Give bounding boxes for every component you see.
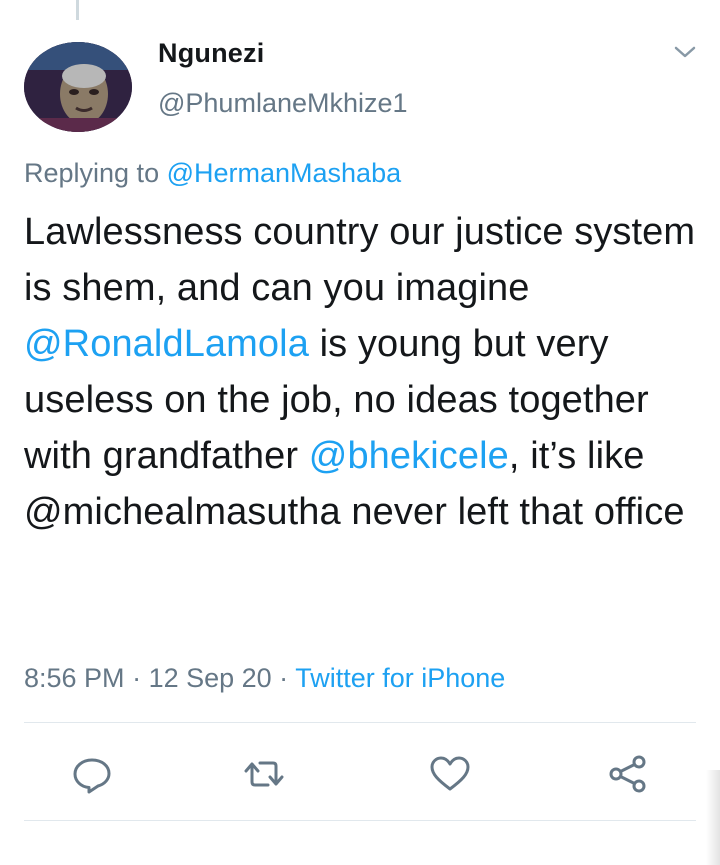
replying-to-line: Replying to @HermanMashaba — [24, 158, 401, 189]
meta-separator: · — [271, 663, 296, 693]
divider — [24, 722, 696, 723]
divider — [24, 820, 696, 821]
replying-to-label: Replying to — [24, 158, 167, 188]
tweet-text-part: Lawlessness country our justice system i… — [24, 211, 696, 309]
tweet-time[interactable]: 8:56 PM — [24, 663, 125, 693]
author-handle[interactable]: @PhumlaneMkhize1 — [158, 88, 408, 119]
scroll-edge-shadow — [706, 770, 720, 865]
heart-icon[interactable] — [428, 752, 472, 796]
retweet-icon[interactable] — [242, 752, 286, 796]
mention-link[interactable]: @RonaldLamola — [24, 323, 309, 365]
thread-connector-line — [76, 0, 79, 20]
share-icon[interactable] — [606, 752, 650, 796]
avatar-image — [24, 42, 132, 132]
mention-link[interactable]: @bhekicele — [309, 435, 509, 477]
chevron-down-icon[interactable] — [672, 42, 698, 62]
reply-icon[interactable] — [70, 752, 114, 796]
tweet-text: Lawlessness country our justice system i… — [24, 204, 704, 540]
tweet-action-bar — [0, 748, 720, 798]
avatar[interactable] — [24, 42, 132, 132]
tweet-metadata: 8:56 PM · 12 Sep 20 · Twitter for iPhone — [24, 663, 505, 694]
tweet-source-link[interactable]: Twitter for iPhone — [295, 663, 505, 693]
meta-separator: · — [124, 663, 149, 693]
tweet-date[interactable]: 12 Sep 20 — [149, 663, 272, 693]
replying-to-mention-link[interactable]: @HermanMashaba — [167, 158, 402, 188]
author-display-name[interactable]: Ngunezi — [158, 38, 264, 69]
tweet-detail-view: Ngunezi @PhumlaneMkhize1 Replying to @He… — [0, 0, 720, 865]
